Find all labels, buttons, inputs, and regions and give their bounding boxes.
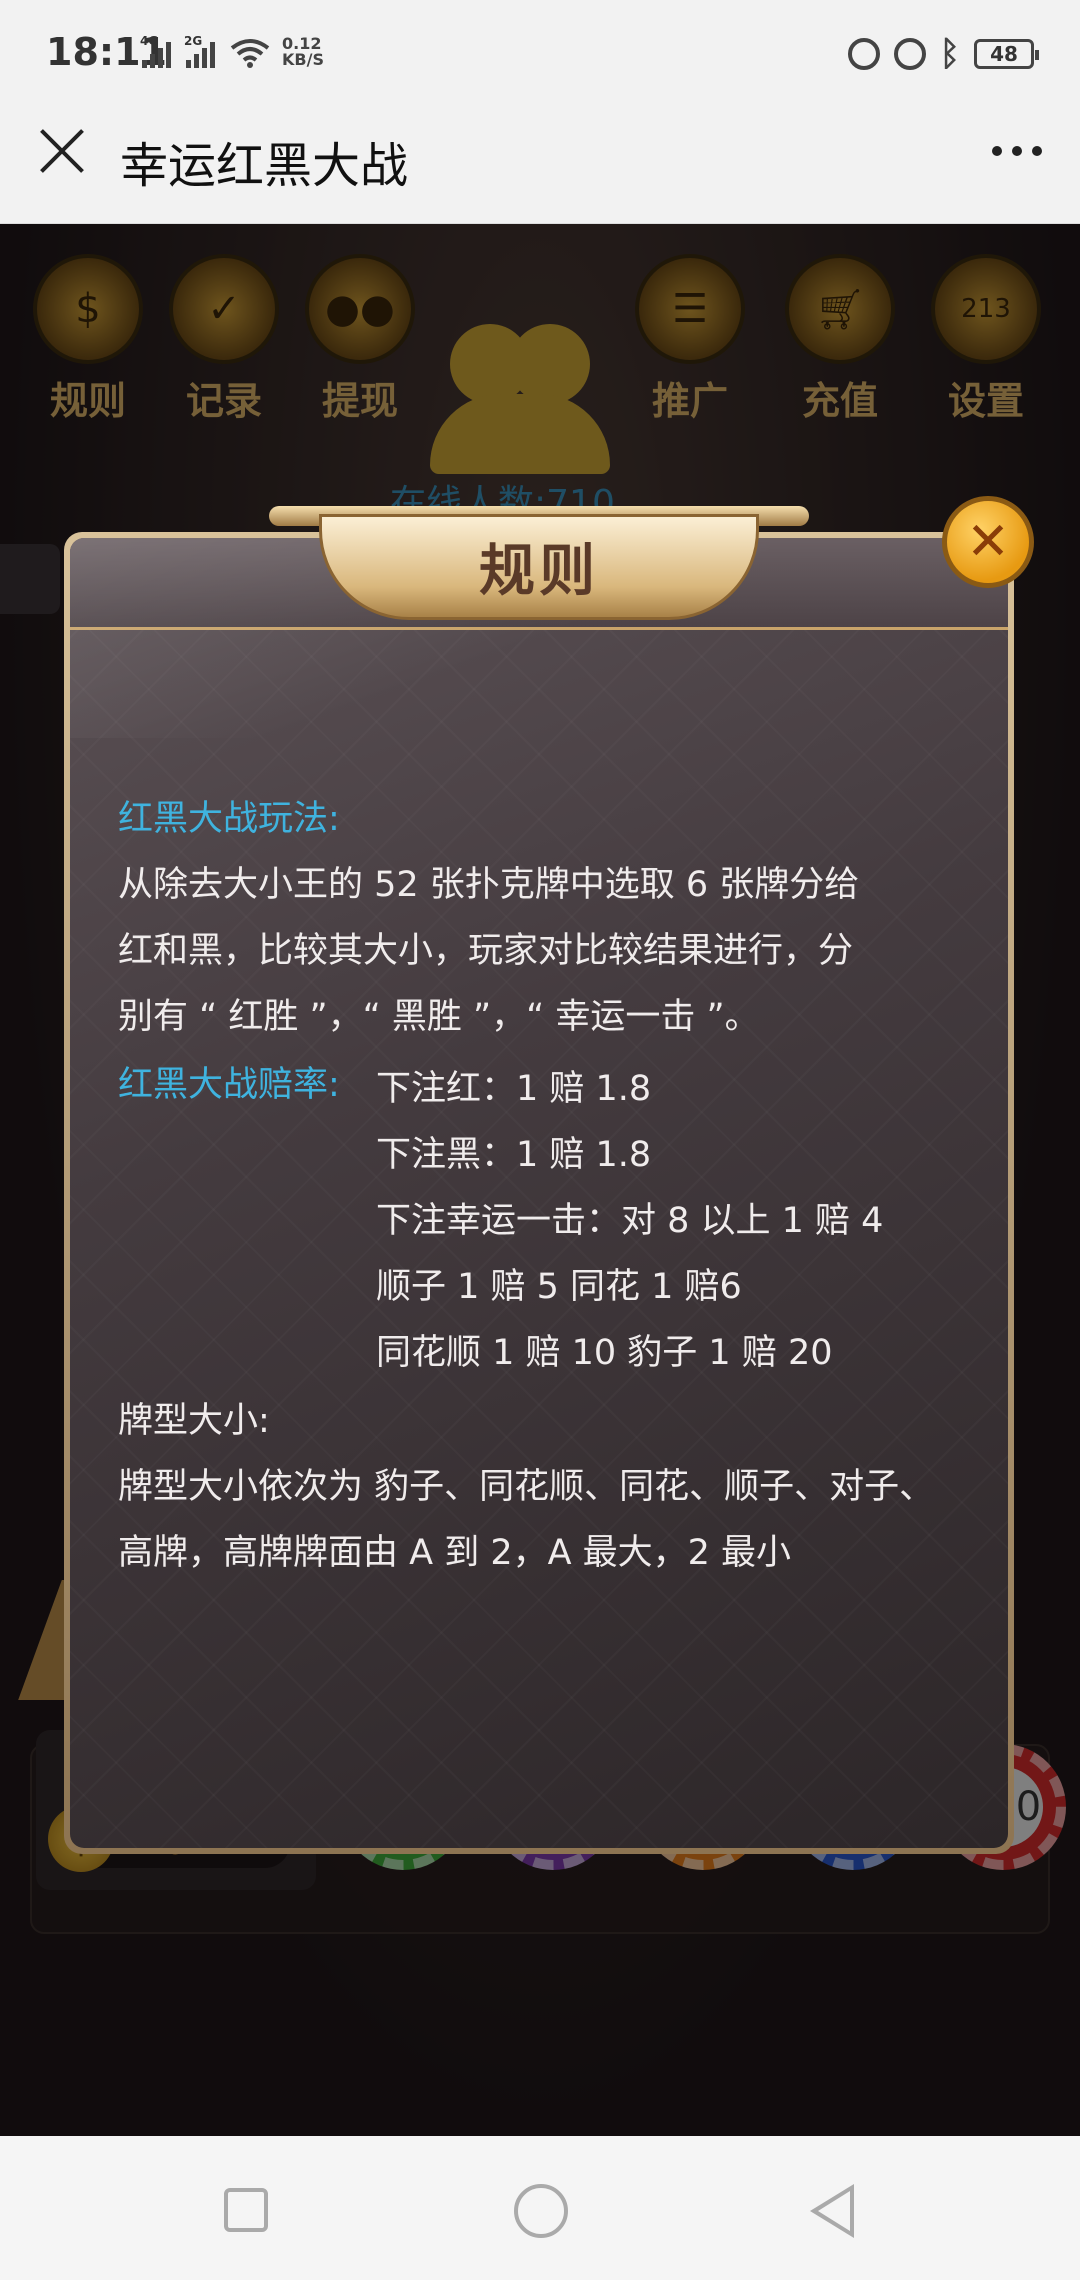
hand-ranking-line: 牌型大小依次为 豹子、同花顺、同花、顺子、对子、 [118, 1467, 935, 1507]
battery-icon: 48 [974, 39, 1039, 69]
odds-line: 下注幸运一击：对 8 以上 1 赔 4 [376, 1201, 884, 1241]
system-nav-bar [0, 2136, 1080, 2280]
network-indicators: 4G 2G 0.12 KB/S [140, 34, 324, 69]
odds-line: 顺子 1 赔 5 同花 1 赔6 [376, 1267, 742, 1307]
status-right-icons: ᛒ 48 [847, 34, 1039, 74]
gameplay-section: 红黑大战玩法: 从除去大小王的 52 张扑克牌中选取 6 张牌分给 红和黑，比较… [118, 786, 998, 1050]
odds-lines: 下注红：1 赔 1.8 下注黑：1 赔 1.8 下注幸运一击：对 8 以上 1 … [376, 1056, 883, 1386]
more-options-icon[interactable] [992, 146, 1042, 156]
odds-line: 下注黑：1 赔 1.8 [376, 1135, 652, 1175]
hand-ranking-line: 高牌，高牌牌面由 A 到 2，A 最大，2 最小 [118, 1533, 792, 1573]
gameplay-line: 从除去大小王的 52 张扑克牌中选取 6 张牌分给 [118, 865, 860, 905]
modal-title: 规则 [479, 539, 599, 604]
home-icon[interactable] [514, 2184, 568, 2238]
gameplay-line: 红和黑，比较其大小，玩家对比较结果进行，分 [118, 931, 854, 971]
signal-icon: 4G [140, 34, 178, 68]
signal-icon: 2G [184, 34, 222, 68]
back-icon[interactable] [810, 2184, 854, 2238]
recent-apps-icon[interactable] [224, 2188, 268, 2232]
odds-line: 同花顺 1 赔 10 豹子 1 赔 20 [376, 1333, 833, 1373]
network-speed: 0.12 KB/S [282, 34, 324, 69]
close-icon[interactable] [38, 128, 84, 174]
gameplay-heading: 红黑大战玩法: [118, 799, 340, 839]
page-title: 幸运红黑大战 [120, 138, 409, 194]
alarm-icon [893, 38, 926, 70]
odds-line: 下注红：1 赔 1.8 [376, 1069, 652, 1109]
hand-ranking-section: 牌型大小: 牌型大小依次为 豹子、同花顺、同花、顺子、对子、 高牌，高牌牌面由 … [118, 1388, 998, 1586]
wifi-icon [230, 38, 270, 68]
lock-rotation-icon [847, 38, 880, 70]
status-bar: 18:11 4G 2G 0.12 KB/S ᛒ 48 [0, 0, 1080, 110]
hand-ranking-heading: 牌型大小: [118, 1401, 270, 1441]
bluetooth-icon: ᛒ [939, 34, 960, 74]
odds-heading: 红黑大战赔率: [118, 1065, 340, 1105]
gameplay-line: 别有 “ 红胜 ”，“ 黑胜 ”，“ 幸运一击 ”。 [118, 997, 760, 1037]
close-icon[interactable]: ✕ [942, 496, 1034, 588]
title-bar: 幸运红黑大战 [0, 110, 1080, 224]
modal-title-plate: 规则 [269, 506, 809, 626]
